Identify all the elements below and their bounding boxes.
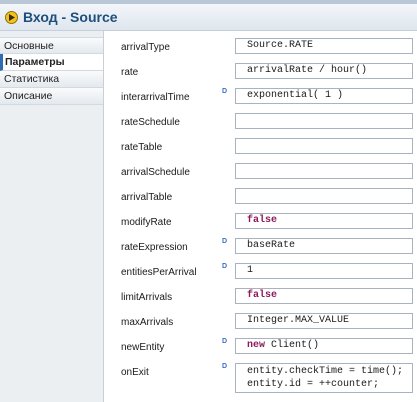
arrivalschedule-field[interactable]: [235, 163, 413, 179]
param-row-entitiesperarrival: entitiesPerArrival D 1: [104, 261, 417, 286]
param-row-arrivaltype: arrivalType Source.RATE: [104, 36, 417, 61]
param-label: rateExpression: [121, 242, 188, 253]
param-label: rateTable: [121, 142, 163, 153]
rateexpression-field[interactable]: baseRate: [235, 238, 413, 254]
param-label: limitArrivals: [121, 292, 173, 303]
dynamic-marker: D: [222, 363, 228, 370]
play-circle-icon: [5, 10, 18, 24]
param-row-arrivalschedule: arrivalSchedule: [104, 161, 417, 186]
onexit-field[interactable]: entity.checkTime = time(); entity.id = +…: [235, 363, 413, 393]
param-row-limitarrivals: limitArrivals false: [104, 286, 417, 311]
rate-field[interactable]: arrivalRate / hour(): [235, 63, 413, 79]
arrivaltable-field[interactable]: [235, 188, 413, 204]
arrivaltype-field[interactable]: Source.RATE: [235, 38, 413, 54]
dynamic-marker: D: [222, 338, 228, 345]
param-label: rate: [121, 67, 139, 78]
rateschedule-field[interactable]: [235, 113, 413, 129]
param-label: rateSchedule: [121, 117, 180, 128]
dynamic-marker: D: [222, 238, 228, 245]
tab-statistics[interactable]: Статистика: [0, 71, 103, 88]
param-label: interarrivalTime: [121, 92, 190, 103]
param-row-ratetable: rateTable: [104, 136, 417, 161]
param-label: arrivalType: [121, 42, 170, 53]
param-row-maxarrivals: maxArrivals Integer.MAX_VALUE: [104, 311, 417, 336]
maxarrivals-field[interactable]: Integer.MAX_VALUE: [235, 313, 413, 329]
param-row-rateschedule: rateSchedule: [104, 111, 417, 136]
sidebar: Основные Параметры Статистика Описание: [0, 31, 104, 402]
parameters-form: arrivalType Source.RATE rate arrivalRate…: [104, 31, 417, 402]
ratetable-field[interactable]: [235, 138, 413, 154]
param-label: arrivalTable: [121, 192, 173, 203]
properties-panel: Вход - Source Основные Параметры Статист…: [0, 0, 417, 402]
title-bar: Вход - Source: [0, 4, 417, 31]
param-row-modifyrate: modifyRate false: [104, 211, 417, 236]
tab-main[interactable]: Основные: [0, 37, 103, 54]
param-label: entitiesPerArrival: [121, 267, 197, 278]
param-row-rate: rate arrivalRate / hour(): [104, 61, 417, 86]
newentity-expression: Client(): [265, 340, 320, 351]
param-row-rateexpression: rateExpression D baseRate: [104, 236, 417, 261]
tab-parameters[interactable]: Параметры: [0, 54, 103, 71]
tab-description[interactable]: Описание: [0, 88, 103, 105]
dynamic-marker: D: [222, 263, 228, 270]
new-keyword: new: [247, 340, 266, 351]
limitarrivals-field[interactable]: false: [235, 288, 413, 304]
param-row-interarrivaltime: interarrivalTime D exponential( 1 ): [104, 86, 417, 111]
param-label: newEntity: [121, 342, 165, 353]
newentity-field[interactable]: new Client(): [235, 338, 413, 354]
param-row-arrivaltable: arrivalTable: [104, 186, 417, 211]
param-row-newentity: newEntity D new Client(): [104, 336, 417, 361]
param-label: modifyRate: [121, 217, 172, 228]
interarrivaltime-field[interactable]: exponential( 1 ): [235, 88, 413, 104]
dynamic-marker: D: [222, 88, 228, 95]
param-label: maxArrivals: [121, 317, 174, 328]
modifyrate-field[interactable]: false: [235, 213, 413, 229]
param-label: arrivalSchedule: [121, 167, 190, 178]
entitiesperarrival-field[interactable]: 1: [235, 263, 413, 279]
param-label: onExit: [121, 367, 149, 378]
page-title: Вход - Source: [23, 9, 118, 25]
param-row-onexit: onExit D entity.checkTime = time(); enti…: [104, 361, 417, 396]
